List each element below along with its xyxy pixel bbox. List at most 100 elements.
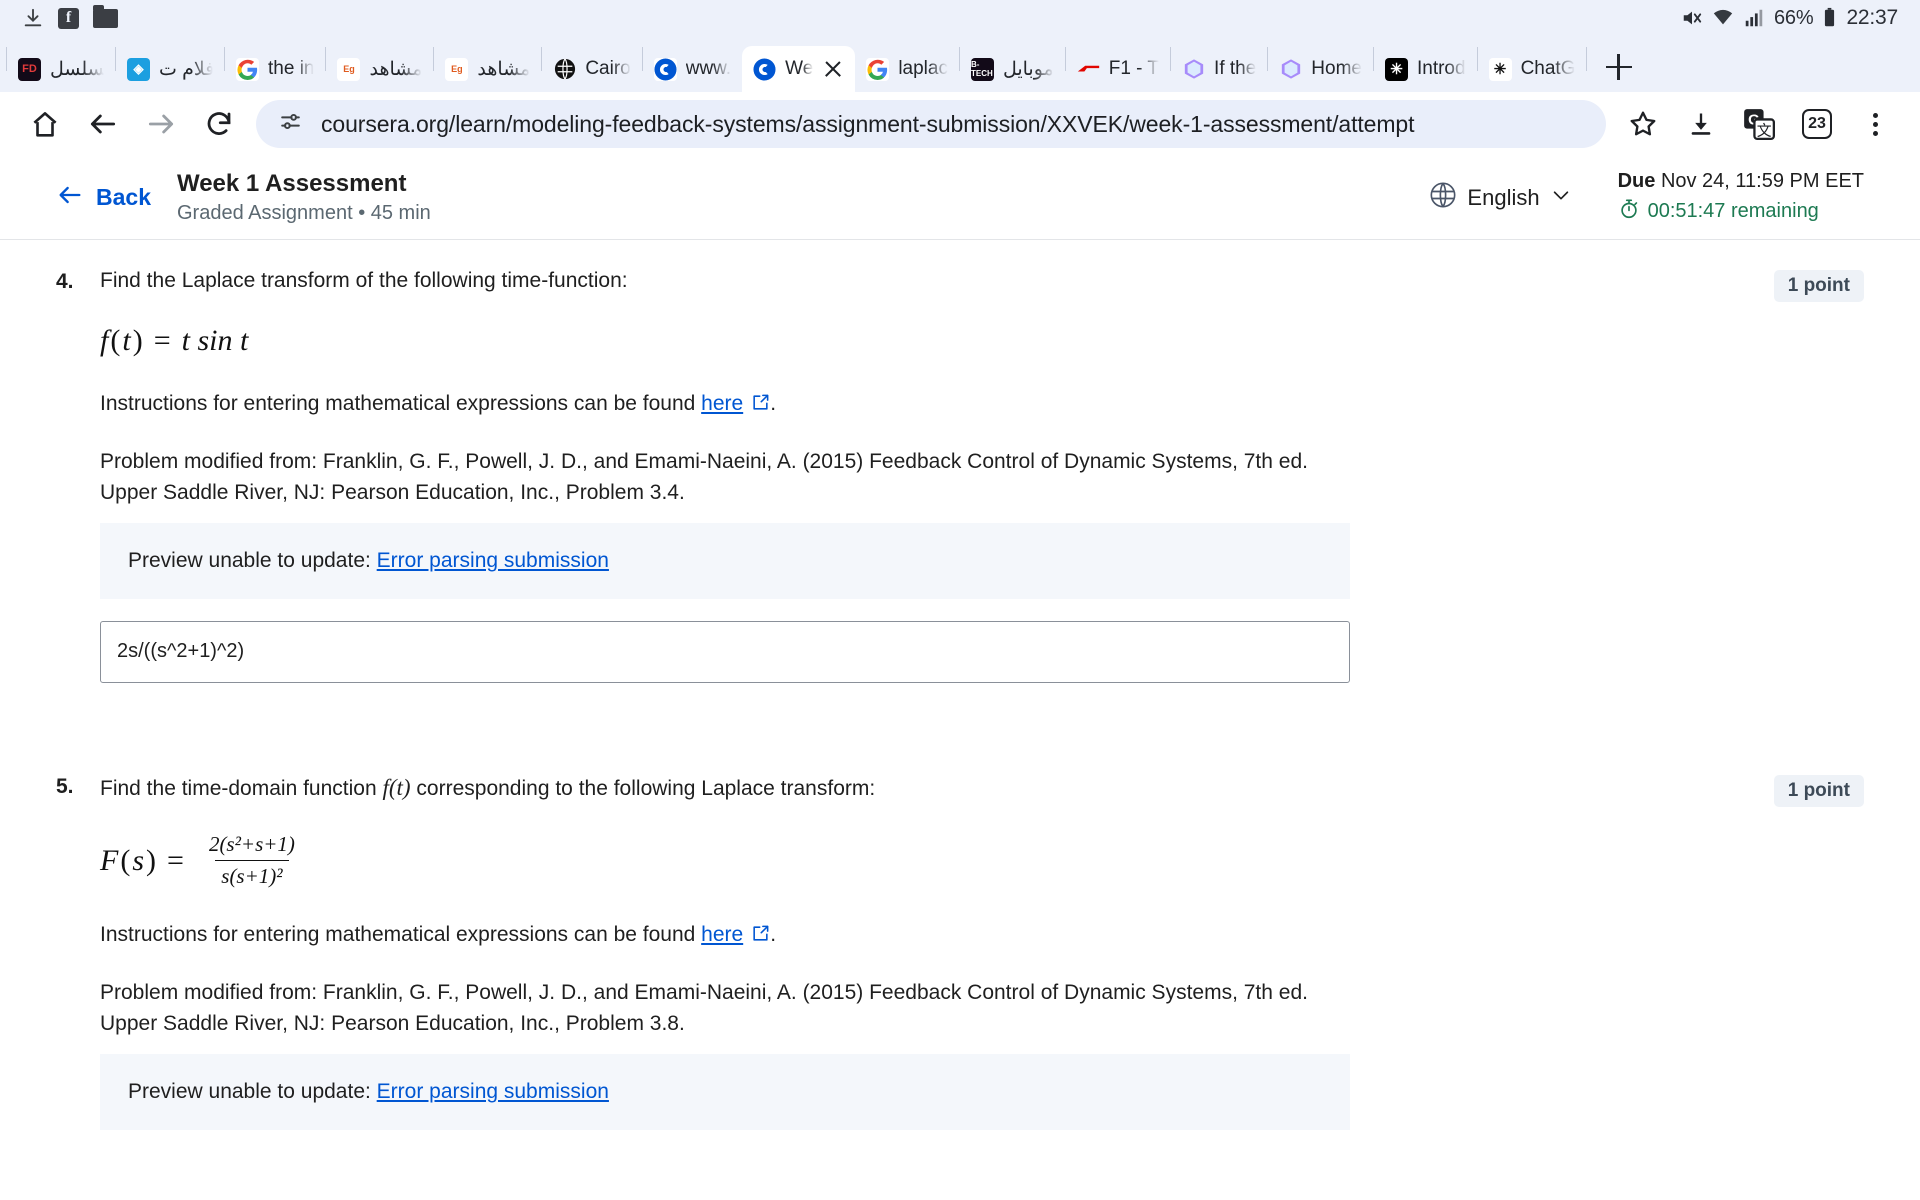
tab-separator — [1585, 46, 1587, 71]
kebab-menu-icon[interactable] — [1846, 97, 1904, 151]
tab-title: Introd — [1416, 58, 1466, 79]
preview-error-link[interactable]: Error parsing submission — [377, 549, 609, 572]
instructions-link[interactable]: here — [701, 923, 743, 946]
formula1-icon — [1077, 58, 1100, 81]
close-icon[interactable] — [822, 58, 844, 80]
tab-title: ChatG — [1520, 58, 1575, 79]
browser-tab[interactable]: the in — [225, 46, 325, 92]
star-icon[interactable] — [1614, 97, 1672, 151]
svg-text:文: 文 — [1757, 122, 1772, 139]
formula-paren-open: ( — [120, 843, 131, 877]
status-bar-notifications: f — [22, 4, 118, 29]
wifi-icon — [1712, 7, 1734, 29]
back-arrow-icon[interactable] — [74, 97, 132, 151]
instructions-line: Instructions for entering mathematical e… — [100, 388, 1350, 422]
new-tab-button[interactable] — [1597, 45, 1641, 89]
browser-tab[interactable]: ◈ أفلام ت — [116, 46, 224, 92]
tab-title: Home — [1311, 58, 1362, 79]
formula-fraction: 2(s²+s+1) s(s+1)² — [203, 832, 301, 889]
browser-tab-active[interactable]: We — [742, 46, 856, 92]
question-item: 4. Find the Laplace transform of the fol… — [0, 240, 1920, 683]
preview-error-link[interactable]: Error parsing submission — [377, 1080, 609, 1103]
browser-tab[interactable]: Home — [1268, 46, 1373, 92]
download-icon — [22, 7, 44, 29]
site-settings-icon[interactable] — [278, 109, 303, 139]
formula-paren-close: ) — [146, 843, 157, 877]
hex-icon — [1279, 58, 1302, 81]
browser-tab[interactable]: FD مسلسل — [7, 46, 115, 92]
question-formula: f ( t ) = t sin t — [100, 324, 1350, 358]
tab-title: If the — [1214, 58, 1257, 79]
google-icon — [866, 57, 890, 81]
formula-function-name: f — [100, 324, 109, 358]
tab-title: the in — [268, 58, 315, 79]
answer-input[interactable]: 2s/((s^2+1)^2) — [100, 620, 1350, 683]
tab-title: أفلام ت — [159, 58, 213, 80]
browser-tab[interactable]: B-TECH موبايل — [960, 46, 1065, 92]
language-label: English — [1467, 184, 1540, 210]
browser-tab[interactable]: laplac — [855, 46, 959, 92]
url-text[interactable]: coursera.org/learn/modeling-feedback-sys… — [321, 111, 1415, 138]
browser-tab[interactable]: If the — [1171, 46, 1267, 92]
browser-tab[interactable]: Eg مشاهد — [434, 46, 541, 92]
formula-variable: s — [132, 843, 145, 877]
tab-title: F1 - T — [1108, 58, 1160, 79]
language-selector[interactable]: English — [1429, 181, 1571, 215]
preview-error-box: Preview unable to update: Error parsing … — [100, 522, 1350, 599]
extensions-button[interactable]: 23 — [1788, 97, 1846, 151]
external-link-icon[interactable] — [751, 921, 770, 953]
question-formula: F ( s ) = 2(s²+s+1) s(s+1)² — [100, 832, 1350, 889]
google-translate-icon[interactable]: G 文 — [1730, 97, 1788, 151]
preview-error-box: Preview unable to update: Error parsing … — [100, 1053, 1350, 1130]
tab-title: www. — [685, 58, 732, 79]
question-prompt: Find the Laplace transform of the follow… — [100, 269, 628, 292]
reload-icon[interactable] — [190, 97, 248, 151]
android-status-bar: f 66% 22:37 — [0, 0, 1920, 36]
aljazeera-icon: ◈ — [127, 57, 150, 81]
browser-tab[interactable]: www. — [643, 46, 742, 92]
external-link-icon[interactable] — [751, 390, 770, 422]
download-icon[interactable] — [1672, 97, 1730, 151]
formula-rhs: t sin t — [181, 324, 249, 358]
browser-toolbar[interactable]: coursera.org/learn/modeling-feedback-sys… — [0, 92, 1920, 156]
assessment-header: Back Week 1 Assessment Graded Assignment… — [0, 156, 1920, 240]
tab-title: مشاهد — [477, 58, 531, 80]
assessment-content: 4. Find the Laplace transform of the fol… — [0, 240, 1920, 1199]
question-prompt: Find the time-domain function f(t) corre… — [100, 771, 1350, 804]
instructions-suffix: . — [770, 923, 777, 947]
btech-icon: B-TECH — [970, 57, 994, 81]
question-number: 4. — [56, 270, 74, 293]
battery-icon — [1822, 7, 1837, 29]
egybest-icon: Eg — [337, 57, 361, 81]
coursera-icon — [753, 57, 777, 81]
tab-title: laplac — [898, 58, 948, 79]
assessment-header-right: English Due Nov 24, 11:59 PM EET 00:51:4… — [1429, 170, 1864, 226]
browser-tab[interactable]: Eg مشاهد — [326, 46, 433, 92]
tab-title: موبايل — [1002, 58, 1054, 80]
browser-tab-strip[interactable]: FD مسلسل ◈ أفلام ت the in Eg مشاهد Eg مش… — [0, 36, 1920, 92]
back-button[interactable]: Back — [56, 181, 151, 215]
formula-paren-open: ( — [110, 324, 121, 358]
assessment-titles: Week 1 Assessment Graded Assignment • 45… — [177, 170, 431, 225]
home-icon[interactable] — [16, 97, 74, 151]
timer-value: 00:51:47 remaining — [1647, 200, 1819, 222]
points-badge: 1 point — [1773, 270, 1864, 302]
browser-tab[interactable]: Cairo — [542, 46, 641, 92]
stopwatch-icon — [1618, 198, 1640, 226]
extensions-count-badge: 23 — [1802, 109, 1832, 139]
instructions-link[interactable]: here — [701, 392, 743, 415]
browser-tab[interactable]: F1 - T — [1066, 46, 1170, 92]
instructions-prefix: Instructions for entering mathematical e… — [100, 923, 702, 947]
google-icon — [236, 57, 259, 81]
battery-percent-label: 66% — [1774, 6, 1814, 29]
back-button-label: Back — [96, 184, 151, 210]
fd-icon: FD — [18, 57, 41, 81]
browser-tab[interactable]: ✳ ChatG — [1478, 46, 1586, 92]
browser-tab[interactable]: ✳ Introd — [1374, 46, 1477, 92]
address-bar[interactable]: coursera.org/learn/modeling-feedback-sys… — [256, 100, 1606, 148]
toolbar-actions[interactable]: G 文 23 — [1614, 97, 1904, 151]
instructions-suffix: . — [770, 392, 777, 416]
forward-arrow-icon[interactable] — [132, 97, 190, 151]
clock-label: 22:37 — [1846, 6, 1898, 29]
instructions-prefix: Instructions for entering mathematical e… — [100, 392, 702, 416]
